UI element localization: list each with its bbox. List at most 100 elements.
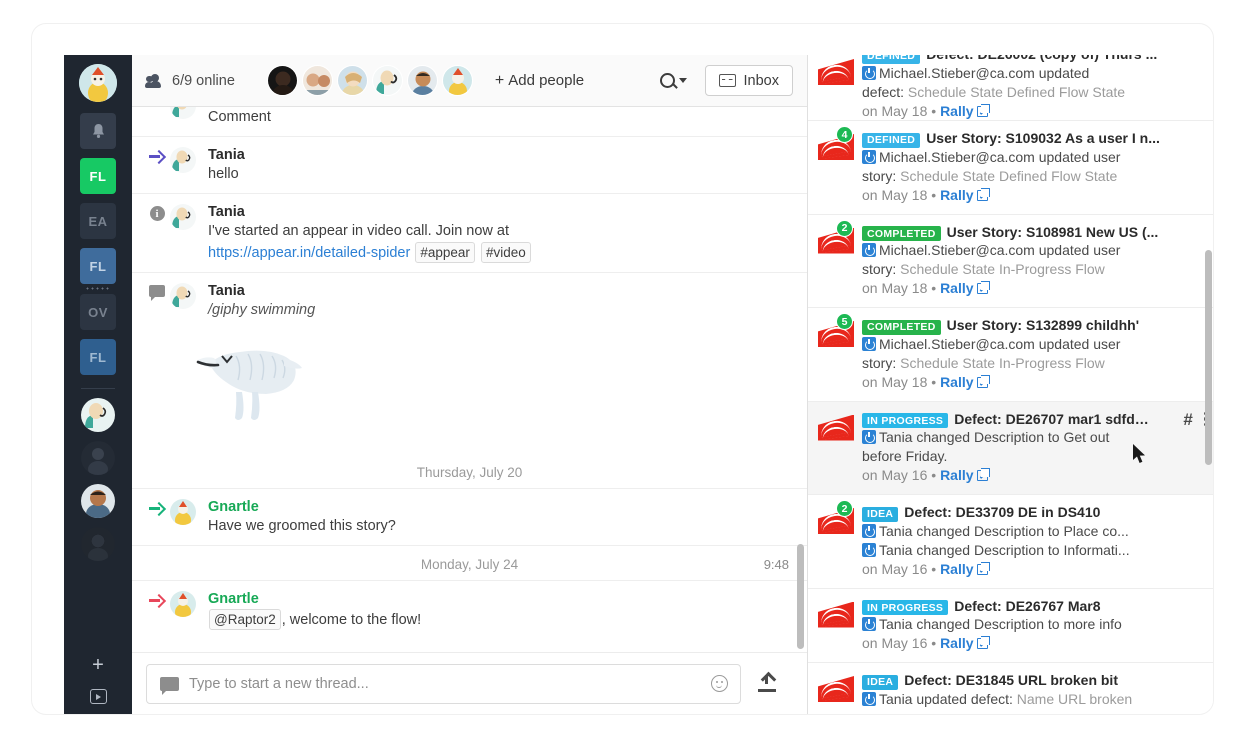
sidebar-tile-label: OV xyxy=(88,304,108,320)
external-link-icon[interactable] xyxy=(976,103,990,117)
feed-detail: story: Schedule State In-Progress Flow xyxy=(862,354,1185,373)
rally-link[interactable]: Rally xyxy=(940,187,973,203)
rally-link[interactable]: Rally xyxy=(940,103,973,119)
message-input-wrapper[interactable]: Type to start a new thread... xyxy=(146,663,741,704)
avatar[interactable] xyxy=(266,65,298,96)
feed-item[interactable]: 5 COMPLETED User Story: S132899 childhh'… xyxy=(808,308,1213,402)
chat-scrollbar[interactable] xyxy=(797,544,804,649)
avatar[interactable] xyxy=(170,283,196,309)
sidebar-item-ov[interactable]: OV xyxy=(80,294,116,330)
mention-chip[interactable]: @Raptor2 xyxy=(209,609,281,630)
external-link-icon[interactable] xyxy=(976,468,990,481)
avatar[interactable] xyxy=(336,65,368,96)
sidebar-person-3[interactable] xyxy=(81,484,115,518)
rally-link[interactable]: Rally xyxy=(940,374,973,390)
feed-line: Tania changed Description to Informati..… xyxy=(862,541,1185,560)
feed-date: on May 18 xyxy=(862,102,928,119)
avatar[interactable] xyxy=(406,65,438,96)
chat-panel: 6/9 online + Add people Inbox Comment Ta… xyxy=(132,55,807,714)
rally-icon-wrap xyxy=(818,672,862,709)
feed-item[interactable]: 2 COMPLETED User Story: S108981 New US (… xyxy=(808,215,1213,308)
rally-link[interactable]: Rally xyxy=(940,561,973,577)
upload-button[interactable] xyxy=(741,675,793,692)
avatar[interactable] xyxy=(170,147,196,173)
feed-title[interactable]: User Story: S132899 childhh' xyxy=(947,317,1139,333)
member-avatars xyxy=(266,65,473,96)
rally-icon-wrap: 5 xyxy=(818,313,862,392)
feed-title[interactable]: Defect: DE26002 (copy of) Thurs ... xyxy=(926,55,1157,62)
inbox-button[interactable]: Inbox xyxy=(704,65,793,96)
feed-footer: on May 16 • Rally xyxy=(862,560,1185,579)
feed-scrollbar[interactable] xyxy=(1205,250,1212,465)
external-link-icon[interactable] xyxy=(976,281,990,294)
sidebar-item-ea[interactable]: EA xyxy=(80,203,116,239)
message-timestamp: 9:48 xyxy=(763,557,789,572)
rally-link[interactable]: Rally xyxy=(940,280,973,296)
feed-title[interactable]: User Story: S108981 New US (... xyxy=(947,224,1159,240)
hashtag-chip[interactable]: #video xyxy=(480,242,531,263)
sidebar-person-tania[interactable] xyxy=(81,398,115,432)
feed-footer: on May 18 • Rally xyxy=(862,279,1185,298)
external-link-icon[interactable] xyxy=(976,374,990,388)
avatar[interactable] xyxy=(170,204,196,230)
feed-actor: Tania xyxy=(879,616,913,632)
hashtag-chip[interactable]: #appear xyxy=(415,242,475,263)
message-row: Tania hello xyxy=(132,137,807,194)
activity-feed-panel[interactable]: DEFINED Defect: DE26002 (copy of) Thurs … xyxy=(807,55,1213,714)
message-author: Gnartle xyxy=(208,591,259,607)
sidebar-person-2[interactable] xyxy=(81,441,115,475)
sidebar-tile-label: EA xyxy=(88,213,108,229)
message-list[interactable]: Comment Tania hello i Tania I've started… xyxy=(132,107,807,652)
feed-title[interactable]: Defect: DE33709 DE in DS410 xyxy=(904,504,1100,520)
avatar[interactable] xyxy=(170,591,196,617)
search-button[interactable] xyxy=(659,73,687,88)
avatar[interactable] xyxy=(170,107,196,119)
sidebar-item-fl-active[interactable]: FL xyxy=(80,158,116,194)
avatar[interactable] xyxy=(441,65,473,96)
message-author: Tania xyxy=(208,204,245,220)
emoji-icon[interactable] xyxy=(711,675,728,692)
feed-item[interactable]: IDEA Defect: DE31845 URL broken bit Tani… xyxy=(808,663,1213,714)
feed-item[interactable]: 2 IDEA Defect: DE33709 DE in DS410 Tania… xyxy=(808,495,1213,589)
avatar[interactable] xyxy=(371,65,403,96)
feed-actor: Michael.Stieber@ca.com xyxy=(879,64,1035,81)
video-icon[interactable] xyxy=(89,689,107,704)
feed-item[interactable]: IN PROGRESS Defect: DE26767 Mar8 Tania c… xyxy=(808,589,1213,663)
sidebar-person-4[interactable] xyxy=(81,527,115,561)
sidebar-item-fl-3[interactable]: FL xyxy=(80,339,116,375)
status-badge: DEFINED xyxy=(862,55,921,64)
online-status[interactable]: 6/9 online xyxy=(145,72,235,89)
feed-item[interactable]: DEFINED Defect: DE26002 (copy of) Thurs … xyxy=(808,55,1213,121)
feed-action: updated user xyxy=(1034,148,1121,165)
external-link-icon[interactable] xyxy=(976,561,990,575)
hash-icon[interactable]: # xyxy=(1183,411,1192,428)
feed-title-row: IDEA Defect: DE33709 DE in DS410 xyxy=(862,504,1185,522)
giphy-attachment[interactable] xyxy=(132,320,807,454)
feed-title[interactable]: Defect: DE31845 URL broken bit xyxy=(904,672,1118,688)
sidebar-item-notifications[interactable] xyxy=(80,113,116,149)
add-flow-button[interactable]: + xyxy=(92,655,104,675)
avatar[interactable] xyxy=(301,65,333,96)
online-status-label: 6/9 online xyxy=(172,72,235,89)
message-input[interactable]: Type to start a new thread... xyxy=(189,676,711,692)
feed-detail-text: Schedule State Defined Flow State xyxy=(904,83,1126,100)
feed-title[interactable]: User Story: S109032 As a user I n... xyxy=(926,130,1160,146)
feed-title[interactable]: Defect: DE26707 mar1 sdfdsff... xyxy=(954,411,1149,427)
external-link-icon[interactable] xyxy=(976,636,990,649)
feed-detail-prefix: story: xyxy=(862,167,897,184)
avatar[interactable] xyxy=(79,64,117,102)
feed-item[interactable]: 4 DEFINED User Story: S109032 As a user … xyxy=(808,121,1213,215)
sidebar-item-fl-2[interactable]: FL xyxy=(80,248,116,284)
header-actions: Inbox xyxy=(659,65,793,96)
feed-item-selected[interactable]: IN PROGRESS Defect: DE26707 mar1 sdfdsff… xyxy=(808,401,1213,495)
rally-link[interactable]: Rally xyxy=(940,635,973,651)
external-link-icon[interactable] xyxy=(976,187,990,201)
add-people-label: Add people xyxy=(508,72,585,89)
rally-link[interactable]: Rally xyxy=(940,467,973,483)
add-people-button[interactable]: + Add people xyxy=(495,72,584,90)
avatar[interactable] xyxy=(170,499,196,525)
giphy-image xyxy=(196,326,386,436)
appear-link[interactable]: https://appear.in/detailed-spider xyxy=(208,245,410,261)
feed-title[interactable]: Defect: DE26767 Mar8 xyxy=(954,598,1100,614)
message-text-links: https://appear.in/detailed-spider #appea… xyxy=(208,241,791,263)
